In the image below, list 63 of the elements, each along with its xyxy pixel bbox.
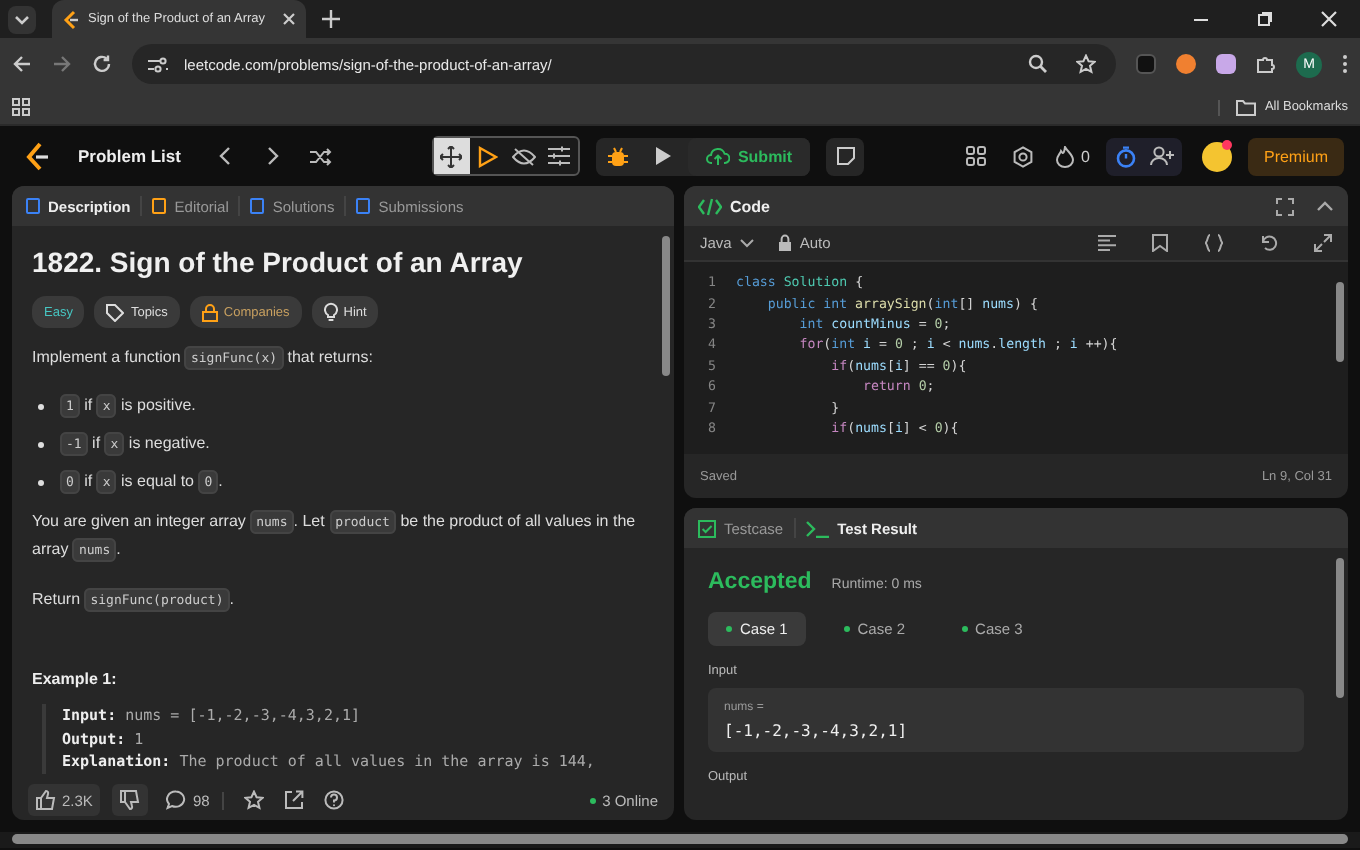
bookmark-icon[interactable] [1152,234,1168,252]
chevron-up-icon[interactable] [1316,200,1334,212]
apps-icon[interactable] [12,98,30,116]
cloud-upload-icon [705,146,730,166]
tab-list-button[interactable] [8,5,36,33]
close-icon[interactable] [281,12,296,26]
share-icon[interactable] [283,790,304,810]
premium-button[interactable]: Premium [1247,137,1344,175]
lock-icon [777,234,792,252]
fullscreen-icon[interactable] [1276,197,1294,215]
new-tab-icon[interactable] [321,10,340,28]
reload-icon[interactable] [92,54,112,74]
tab-icon [152,198,167,214]
menu-icon[interactable] [1342,54,1348,74]
user-avatar[interactable] [1201,141,1232,171]
logo-icon [62,9,80,29]
tag-icon [106,303,125,321]
zoom-icon[interactable] [1028,54,1048,74]
dislike-button[interactable] [112,784,149,816]
format-icon[interactable] [1098,234,1116,252]
puzzle-icon[interactable] [1256,54,1276,74]
tab-icon [26,198,40,214]
bullet-icon [38,441,44,447]
verdict-text: Accepted [708,570,812,594]
note-icon[interactable] [826,137,865,175]
comment-icon [166,790,187,810]
checkbox-icon [698,519,716,537]
bullet-icon [38,403,44,409]
forward-icon[interactable] [52,54,72,74]
problem-title: 1822. Sign of the Product of an Array [32,246,525,278]
code-icon [698,197,722,215]
code-tab[interactable]: Code [698,197,770,215]
submit-button[interactable]: Submit [687,137,811,175]
site-settings-icon[interactable] [148,55,168,73]
notification-dot [1222,140,1232,150]
lock-icon [201,303,218,321]
chevron-down-icon [739,238,754,248]
lightbulb-icon [323,302,338,322]
streak-counter[interactable]: 0 [1055,145,1090,167]
drag-icon[interactable] [433,138,470,174]
bullet-icon [38,479,44,485]
thumbs-up-icon [36,790,56,810]
chevron-down-icon [14,11,30,27]
flame-icon [1055,145,1074,167]
tab-icon [250,198,265,214]
expand-icon[interactable] [1314,234,1332,252]
back-icon[interactable] [12,54,32,74]
star-icon[interactable] [243,790,264,810]
shuffle-icon[interactable] [304,147,337,165]
tab-icon [356,198,371,214]
horizontal-scrollbar[interactable] [0,832,1360,848]
input-value: [-1,-2,-3,-4,3,2,1] [724,722,910,740]
logo-icon[interactable] [24,141,50,171]
braces-icon[interactable] [1204,234,1224,252]
add-user-icon[interactable] [1145,146,1178,166]
thumbs-down-icon [120,790,141,810]
problem-list-link[interactable]: Problem List [78,146,181,166]
folder-icon [1236,99,1257,115]
undo-icon[interactable] [1260,234,1278,252]
help-icon[interactable] [323,790,344,810]
example-heading: Example 1: [32,670,119,688]
terminal-icon [805,519,830,537]
star-icon[interactable] [1076,54,1096,74]
